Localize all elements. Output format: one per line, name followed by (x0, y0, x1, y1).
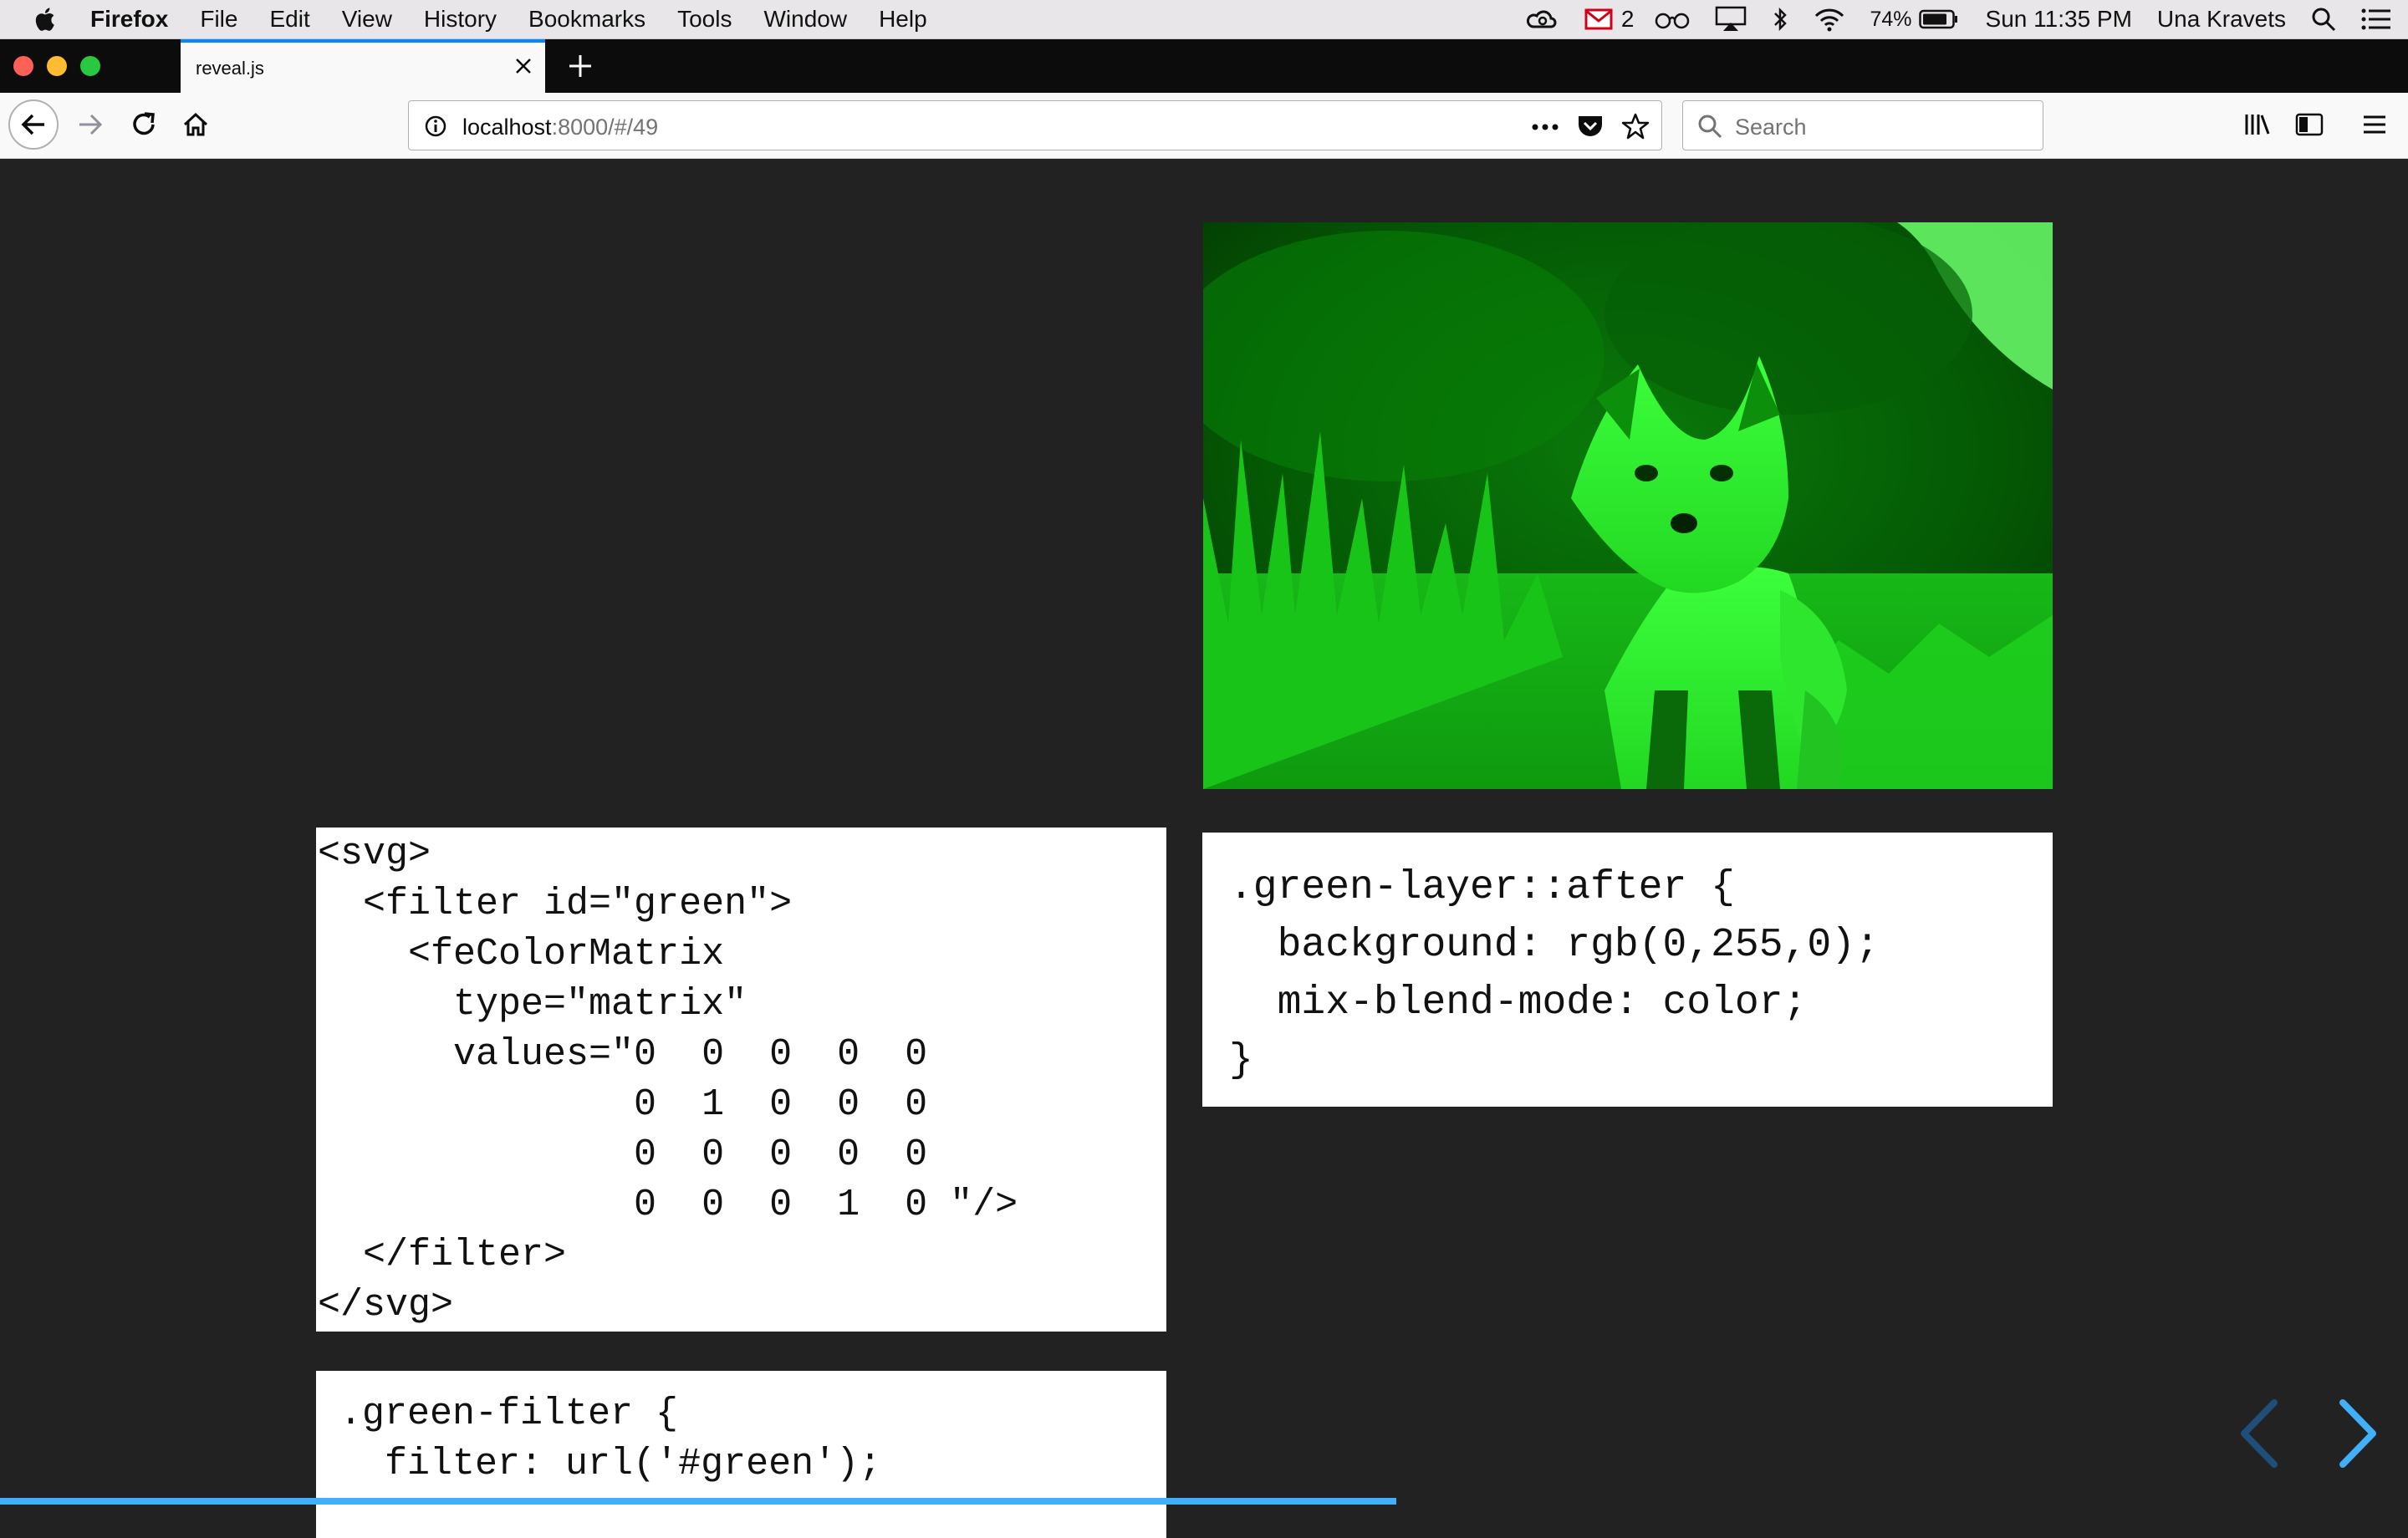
search-bar[interactable]: Search (1682, 100, 2043, 150)
user-name[interactable]: Una Kravets (2157, 6, 2286, 33)
slide-progress-bar (0, 1498, 1397, 1505)
reload-icon (133, 112, 155, 135)
app-menu-button[interactable] (2354, 104, 2395, 145)
menu-tools[interactable]: Tools (677, 6, 732, 33)
menu-edit[interactable]: Edit (269, 6, 309, 33)
airplay-icon[interactable] (1715, 6, 1747, 33)
notification-center-icon[interactable] (2361, 8, 2391, 31)
forward-button[interactable] (72, 104, 109, 145)
hamburger-menu-icon (2364, 115, 2385, 134)
page-actions-more-icon[interactable] (1531, 123, 1559, 131)
nav-toolbar: localhost:8000/#/49 Search (0, 93, 2408, 159)
battery-status[interactable]: 74% (1870, 8, 1959, 32)
url-bar[interactable]: localhost:8000/#/49 (408, 100, 1662, 150)
window-minimize-button[interactable] (47, 56, 67, 76)
url-host: localhost (462, 115, 552, 140)
url-path: :8000/#/49 (551, 115, 659, 140)
forward-arrow-icon (79, 114, 103, 135)
clock[interactable]: Sun 11:35 PM (1986, 6, 2132, 33)
wifi-icon[interactable] (1814, 7, 1845, 32)
tab-strip: reveal.js (0, 39, 2408, 93)
menu-help[interactable]: Help (879, 6, 927, 33)
mail-count: 2 (1620, 6, 1635, 32)
tab-reveal-js[interactable]: reveal.js (181, 39, 545, 93)
search-icon (1698, 115, 1722, 139)
spotlight-search-icon[interactable] (2311, 7, 2336, 32)
menu-window[interactable]: Window (763, 6, 847, 33)
menu-app-firefox[interactable]: Firefox (90, 6, 168, 33)
url-text[interactable]: localhost:8000/#/49 (462, 115, 658, 140)
back-button[interactable] (8, 99, 59, 150)
green-filter-css-code-block: .green-filter { filter: url('#green'); (316, 1371, 1166, 1538)
svg-filter-code-block: <svg> <filter id="green"> <feColorMatrix… (316, 828, 1166, 1332)
battery-percent: 74% (1870, 7, 1912, 31)
slide-next-arrow-icon[interactable] (2333, 1396, 2383, 1471)
bluetooth-icon[interactable] (1772, 7, 1788, 32)
menu-bookmarks[interactable]: Bookmarks (528, 6, 645, 33)
menu-view[interactable]: View (342, 6, 392, 33)
menu-file[interactable]: File (200, 6, 237, 33)
menubar-status-area: 2 74% Sun 11:35 PM Una Kravets (1526, 0, 2408, 38)
macos-menubar: Firefox File Edit View History Bookmarks… (0, 0, 2408, 39)
green-fox-photo (1203, 222, 2053, 789)
pocket-icon[interactable] (1576, 113, 1604, 140)
library-icon (2245, 115, 2270, 135)
bookmark-star-icon[interactable] (1621, 112, 1650, 140)
search-placeholder: Search (1735, 115, 1807, 140)
mail-icon (1584, 8, 1613, 30)
site-info-icon[interactable] (424, 115, 447, 138)
window-close-button[interactable] (13, 56, 33, 76)
green-layer-css-code-block: .green-layer::after { background: rgb(0,… (1202, 833, 2053, 1107)
home-button[interactable] (176, 104, 216, 145)
mail-notification[interactable]: 2 (1584, 6, 1635, 33)
apple-logo-icon[interactable] (32, 5, 60, 33)
back-arrow-icon (21, 114, 44, 135)
new-tab-plus-icon[interactable] (567, 53, 594, 79)
slide-prev-arrow-icon[interactable] (2234, 1396, 2284, 1471)
tab-title: reveal.js (196, 58, 264, 79)
reload-button[interactable] (124, 104, 164, 145)
battery-icon (1918, 9, 1957, 29)
menu-history[interactable]: History (424, 6, 497, 33)
home-icon (183, 112, 208, 136)
library-button[interactable] (2237, 104, 2278, 145)
sidebar-icon (2295, 113, 2324, 136)
tab-close-icon[interactable] (512, 54, 535, 78)
window-zoom-button[interactable] (80, 56, 100, 76)
reading-glasses-icon[interactable] (1655, 9, 1690, 29)
creative-cloud-icon[interactable] (1526, 7, 1559, 32)
sidebar-toggle-button[interactable] (2289, 104, 2329, 145)
